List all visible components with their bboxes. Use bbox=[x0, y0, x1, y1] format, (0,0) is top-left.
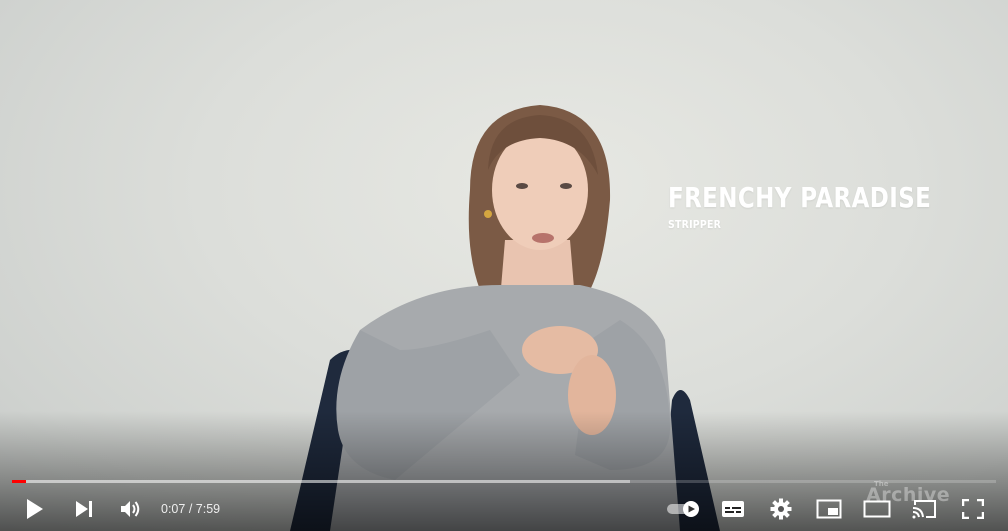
settings-button[interactable] bbox=[766, 489, 796, 529]
theater-mode-icon bbox=[863, 500, 891, 518]
next-button[interactable] bbox=[68, 489, 100, 529]
next-icon bbox=[76, 501, 92, 517]
current-time: 0:07 bbox=[161, 502, 186, 516]
subtitles-icon bbox=[722, 501, 744, 517]
progress-bar[interactable] bbox=[12, 480, 996, 483]
video-player[interactable]: FRENCHY PARADISE STRIPPER The Archive 0:… bbox=[0, 0, 1008, 531]
autoplay-toggle[interactable] bbox=[664, 489, 704, 529]
cast-icon bbox=[912, 500, 936, 519]
volume-button[interactable] bbox=[114, 489, 148, 529]
autoplay-toggle-icon bbox=[667, 501, 699, 517]
fullscreen-button[interactable] bbox=[956, 489, 990, 529]
miniplayer-icon bbox=[816, 499, 842, 519]
name-caption: FRENCHY PARADISE STRIPPER bbox=[668, 178, 989, 232]
volume-icon bbox=[121, 501, 140, 517]
video-scene bbox=[290, 105, 720, 531]
gear-icon bbox=[770, 498, 792, 520]
subtitles-button[interactable] bbox=[718, 489, 748, 529]
caption-name: FRENCHY PARADISE bbox=[668, 181, 932, 214]
play-icon bbox=[27, 499, 43, 519]
fullscreen-icon bbox=[962, 499, 984, 519]
theater-mode-button[interactable] bbox=[860, 489, 894, 529]
video-frame[interactable] bbox=[0, 0, 1008, 531]
time-separator: / bbox=[185, 502, 196, 516]
controls-bar: 0:07 / 7:59 bbox=[12, 489, 996, 529]
progress-loaded bbox=[12, 480, 630, 483]
play-button[interactable] bbox=[18, 489, 52, 529]
cast-button[interactable] bbox=[908, 489, 942, 529]
miniplayer-button[interactable] bbox=[812, 489, 846, 529]
progress-played bbox=[12, 480, 27, 483]
caption-role: STRIPPER bbox=[668, 218, 722, 231]
time-display: 0:07 / 7:59 bbox=[161, 489, 220, 529]
duration: 7:59 bbox=[195, 502, 221, 516]
